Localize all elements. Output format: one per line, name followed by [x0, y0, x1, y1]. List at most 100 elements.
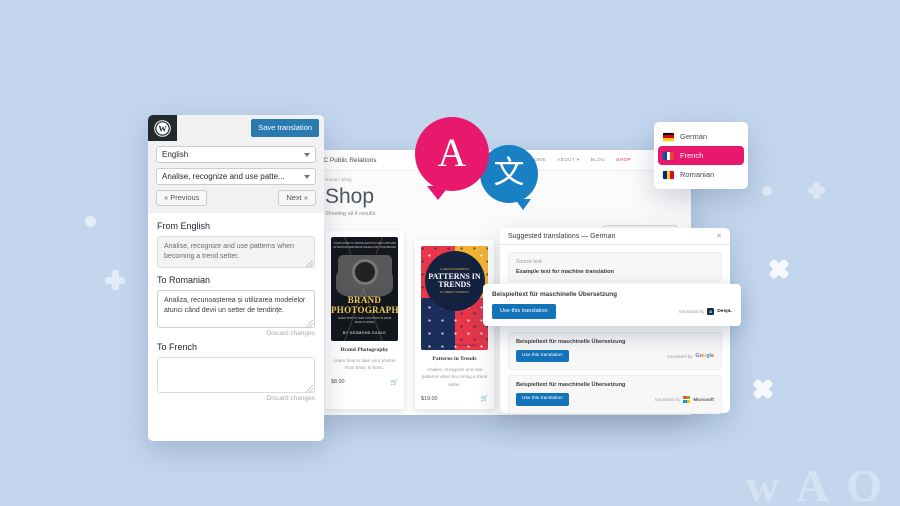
target-textarea-wrap-romanian: Analiza, recunoașterea și utilizarea mod… — [157, 289, 315, 328]
provider-credit-label: translated by — [667, 353, 693, 359]
cover-post: BY TRENDY THOMPSON — [440, 291, 469, 295]
product-price: $8.00 — [331, 379, 345, 386]
product-cover-image: YOUR GUIDE TO TAKING PHOTOS THAT CAPTURE… — [331, 237, 398, 341]
suggestion-item-microsoft: Beispieltext für maschinelle Übersetzung… — [508, 375, 722, 414]
latin-letter-glyph: A — [437, 129, 467, 175]
suggestion-text: Beispieltext für maschinelle Übersetzung — [516, 382, 626, 389]
provider-credit-label: translated by — [655, 397, 681, 403]
nav-item-shop[interactable]: SHOP — [616, 157, 631, 163]
product-cover-image: A CREATIVE WORKBOOK PATTERNS IN TRENDS B… — [421, 246, 488, 350]
microsoft-logo-icon — [683, 396, 691, 404]
product-footer: $19.00 🛒 — [421, 395, 488, 403]
decor-x — [768, 258, 790, 280]
editor-fields: From English Analise, recognize and use … — [148, 212, 324, 441]
romanian-flag-icon — [663, 170, 674, 179]
watermark-text: w A O — [745, 460, 886, 506]
source-text-value: Example text for machine translation — [516, 269, 614, 275]
product-footer: $8.00 🛒 — [331, 379, 398, 386]
string-select-value: Analise, recognize and use patte... — [162, 172, 285, 181]
use-translation-button[interactable]: Use this translation — [492, 304, 556, 320]
previous-button[interactable]: « Previous — [156, 190, 208, 206]
save-translation-button[interactable]: Save translation — [251, 119, 319, 137]
cover-badge: A CREATIVE WORKBOOK PATTERNS IN TRENDS B… — [424, 251, 485, 312]
target-textarea-romanian[interactable]: Analiza, recunoașterea și utilizarea mod… — [157, 289, 315, 328]
cover-foot: PATTERN DESIGN FOR MODERN BRANDS — [432, 345, 477, 347]
decor-plus — [808, 182, 825, 199]
nav-item-blog[interactable]: BLOG — [591, 157, 606, 163]
provider-credit-label: translated by — [679, 309, 705, 315]
source-textarea-wrap: Analise, recognize and use patterns when… — [157, 235, 315, 268]
next-button[interactable]: Next » — [278, 190, 316, 206]
product-price: $19.00 — [421, 395, 438, 402]
resize-handle-icon[interactable] — [306, 319, 313, 327]
suggestion-text: Beispieltext für maschinelle Übersetzung — [516, 339, 626, 346]
panel-body: Source text: Example text for machine tr… — [500, 245, 730, 426]
target-textarea-french[interactable] — [157, 356, 315, 393]
provider-credit-deepl: translated by D DeepL — [679, 308, 732, 316]
camera-illustration — [337, 255, 392, 290]
target-textarea-wrap-french — [157, 356, 315, 393]
french-flag-icon — [663, 151, 674, 160]
deepl-logo-icon: D — [707, 308, 715, 316]
google-logo-icon: Google — [695, 353, 714, 360]
cjk-character-glyph: 文 — [493, 154, 525, 191]
german-flag-icon — [663, 132, 674, 141]
product-card[interactable]: YOUR GUIDE TO TAKING PHOTOS THAT CAPTURE… — [325, 231, 404, 410]
svg-text:W: W — [158, 124, 166, 133]
language-option-german[interactable]: German — [654, 127, 748, 146]
discard-changes-french[interactable]: Discard changes — [157, 395, 315, 402]
source-textarea: Analise, recognize and use patterns when… — [157, 235, 315, 268]
discard-changes-romanian[interactable]: Discard changes — [157, 330, 315, 337]
suggestion-item-google: Beispieltext für maschinelle Übersetzung… — [508, 332, 722, 371]
decor-circle — [85, 216, 96, 227]
resize-handle-icon[interactable] — [306, 384, 313, 392]
cart-icon[interactable]: 🛒 — [391, 379, 398, 386]
language-select-value: English — [162, 150, 189, 159]
product-description: Learn how to take your photos from basic… — [333, 358, 396, 371]
cover-pre: A CREATIVE WORKBOOK — [440, 268, 469, 272]
language-option-french[interactable]: French — [658, 146, 744, 165]
language-option-label: French — [680, 151, 704, 160]
product-title: Patterns in Trends — [432, 356, 477, 362]
language-option-romanian[interactable]: Romanian — [654, 165, 748, 184]
cover-title: BRAND PHOTOGRAPHY — [331, 295, 398, 315]
pagination: « Previous Next » — [156, 190, 316, 206]
nav-item-about[interactable]: ABOUT ▾ — [557, 157, 579, 163]
decor-circle — [762, 186, 772, 196]
provider-credit-google: translated by Google — [667, 353, 714, 359]
cover-title: PATTERNS IN TRENDS — [428, 272, 481, 290]
panel-title: Suggested translations — German — [508, 232, 616, 240]
editor-controls: English Analise, recognize and use patte… — [148, 141, 324, 213]
resize-handle-icon[interactable] — [306, 259, 313, 267]
cart-icon[interactable]: 🛒 — [481, 395, 488, 402]
chevron-down-icon — [304, 174, 310, 179]
product-description: Analise, recognize and use patterns when… — [421, 367, 488, 387]
editor-toolbar: W Save translation — [148, 115, 324, 141]
wordpress-translation-editor: W Save translation English Analise, reco… — [148, 115, 324, 441]
deepl-wordmark: DeepL — [717, 309, 732, 315]
use-translation-button[interactable]: Use this translation — [516, 350, 569, 363]
language-select[interactable]: English — [156, 146, 316, 163]
cover-author: BY DESMOND EAGLE — [342, 331, 387, 335]
product-card[interactable]: A CREATIVE WORKBOOK PATTERNS IN TRENDS B… — [415, 240, 494, 410]
microsoft-wordmark: Microsoft — [693, 397, 714, 403]
language-option-label: German — [680, 132, 708, 141]
panel-header: Suggested translations — German ✕ — [500, 228, 730, 245]
cover-subtitle: LEARN HOW TO TAKE YOUR PHOTOS FROM BASIC… — [337, 317, 392, 324]
wordpress-icon: W — [148, 115, 177, 141]
use-translation-button[interactable]: Use this translation — [516, 393, 569, 406]
language-option-label: Romanian — [680, 170, 715, 179]
target-label-french: To French — [157, 341, 198, 352]
product-title: Brand Photography — [340, 347, 389, 353]
decor-plus — [105, 270, 125, 290]
canvas: w A O BC Public Relations HOME ABOUT ▾ B… — [0, 0, 900, 506]
source-label: From English — [157, 220, 211, 231]
results-count: Showing all 4 results — [325, 211, 376, 217]
string-select[interactable]: Analise, recognize and use patte... — [156, 168, 316, 185]
latin-bubble: A — [415, 117, 489, 200]
source-text-label: Source text: — [516, 259, 543, 265]
cover-top-text: YOUR GUIDE TO TAKING PHOTOS THAT CAPTURE… — [333, 242, 396, 249]
close-icon[interactable]: ✕ — [716, 233, 722, 240]
deepl-suggestion-card: Beispieltext für maschinelle Übersetzung… — [483, 284, 741, 326]
decor-x — [752, 378, 774, 400]
